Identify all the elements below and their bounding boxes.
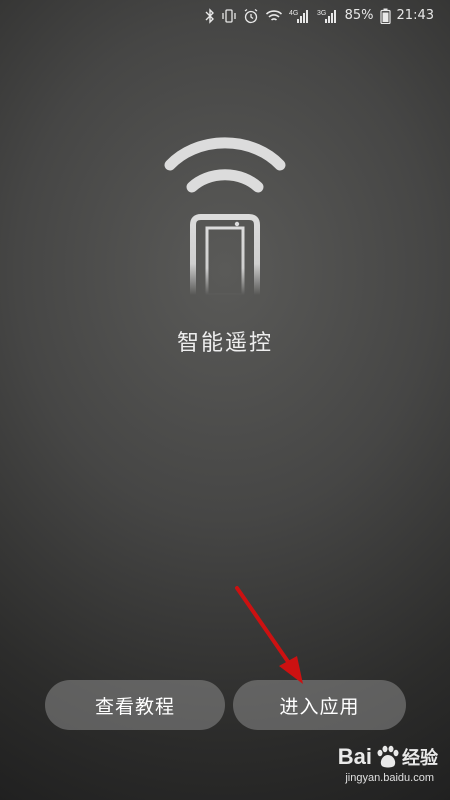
bluetooth-icon <box>205 7 215 25</box>
baidu-jingyan-watermark: Bai 经验 jingyan.baidu.com <box>288 744 438 792</box>
signal-4g-icon: 4G <box>289 7 311 25</box>
clock: 21:43 <box>396 8 434 23</box>
battery-percent: 85% <box>344 8 374 23</box>
app-screen: 4G 3G 85% 21:43 智能遥控 查看教程 进入应用 Bai 经验 ji… <box>0 0 450 800</box>
view-tutorial-button[interactable]: 查看教程 <box>45 680 225 730</box>
remote-phone-wifi-icon <box>164 137 286 297</box>
network-4g-label: 4G <box>289 10 298 17</box>
alarm-icon <box>243 7 259 25</box>
vibrate-icon <box>221 7 237 25</box>
annotation-arrow-icon <box>235 586 303 684</box>
app-title: 智能遥控 <box>176 331 273 356</box>
status-bar: 4G 3G 85% 21:43 <box>0 0 450 32</box>
watermark-site: jingyan.baidu.com <box>345 772 434 784</box>
wifi-icon <box>265 7 283 25</box>
paw-icon <box>377 745 399 768</box>
signal-3g-icon: 3G <box>317 7 339 25</box>
watermark-brand-suffix: 经验 <box>402 748 438 768</box>
watermark-brand: Bai 经验 <box>338 744 438 770</box>
watermark-brand-text: Bai <box>337 744 372 769</box>
network-3g-label: 3G <box>317 10 326 17</box>
battery-icon <box>379 7 391 25</box>
